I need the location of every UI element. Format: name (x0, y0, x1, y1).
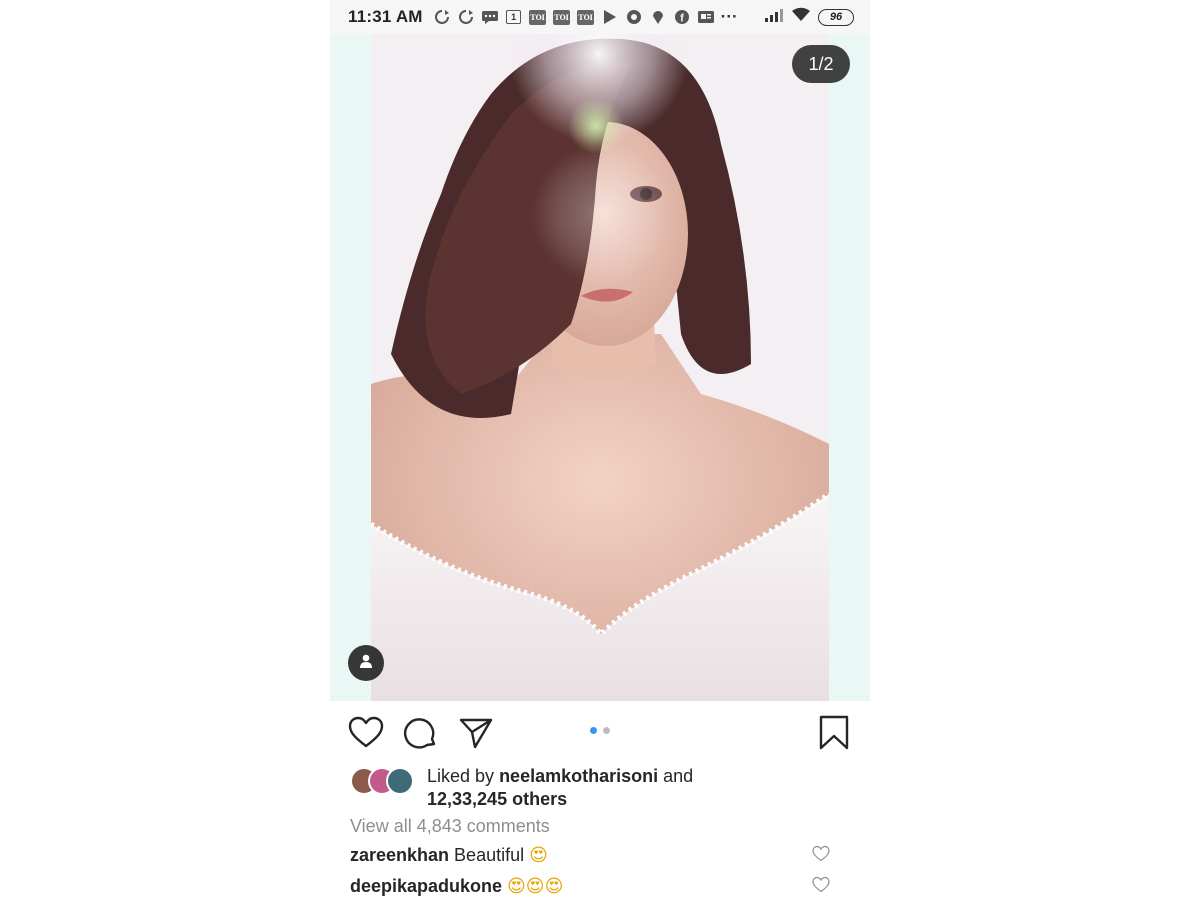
comment-icon (403, 718, 436, 749)
sync-icon (433, 9, 451, 25)
phone-screen: 11:31 AM 1 TOI TOI TOI f ··· 96 1/2 Like… (330, 0, 870, 900)
sync-icon (457, 9, 475, 25)
avatar (386, 767, 414, 795)
toi-icon: TOI (529, 9, 547, 25)
location-icon (649, 9, 667, 25)
share-button[interactable] (458, 715, 494, 751)
user-icon (358, 653, 374, 674)
page-counter: 1/2 (792, 45, 850, 83)
heart-icon (812, 876, 830, 893)
toi-icon: TOI (553, 9, 571, 25)
like-button[interactable] (348, 715, 384, 751)
carousel-dot-active (590, 727, 597, 734)
more-notifications-icon: ··· (720, 7, 738, 26)
post-actions (330, 701, 870, 761)
wifi-icon (791, 7, 811, 27)
status-time: 11:31 AM (348, 7, 423, 26)
liker-avatars[interactable] (350, 767, 420, 795)
send-icon (459, 718, 493, 749)
comment-row: deepikapadukone 😍😍😍 (350, 876, 850, 897)
comment-username[interactable]: zareenkhan (350, 845, 449, 866)
comment-text: Beautiful (454, 845, 525, 865)
signal-icon (764, 7, 784, 27)
comment-like-button[interactable] (812, 845, 830, 863)
post-image (371, 34, 829, 701)
save-button[interactable] (816, 715, 852, 751)
view-all-comments-link[interactable]: View all 4,843 comments (350, 816, 550, 837)
notification-icons: 1 TOI TOI TOI f ··· (433, 7, 738, 26)
battery-indicator: 96 (818, 8, 854, 26)
liked-by-user[interactable]: neelamkotharisoni (499, 766, 658, 786)
likes-section: Liked by neelamkotharisoni and 12,33,245… (350, 765, 850, 813)
heart-icon (348, 716, 384, 748)
calendar-icon: 1 (505, 9, 523, 25)
comment-username[interactable]: deepikapadukone (350, 876, 502, 897)
bookmark-icon (819, 715, 849, 750)
comment-button[interactable] (403, 715, 439, 751)
message-icon (481, 9, 499, 25)
liked-by-and: and (663, 766, 694, 786)
tagged-people-button[interactable] (348, 645, 384, 681)
news-icon (697, 9, 715, 25)
carousel-indicator (590, 727, 610, 734)
svg-text:f: f (680, 13, 684, 25)
shutter-icon (625, 9, 643, 25)
comment-emoji: 😍 (529, 845, 548, 866)
comment-emoji: 😍😍😍 (507, 876, 564, 897)
likes-text: Liked by neelamkotharisoni and 12,33,245… (427, 765, 693, 811)
comment-row: zareenkhan Beautiful 😍 (350, 845, 850, 866)
play-store-icon (601, 9, 619, 25)
comment-like-button[interactable] (812, 876, 830, 894)
status-indicators: 96 (764, 7, 854, 27)
post-photo[interactable]: 1/2 (330, 34, 870, 701)
liked-by-others[interactable]: 12,33,245 others (427, 788, 693, 811)
status-bar: 11:31 AM 1 TOI TOI TOI f ··· 96 (330, 0, 870, 34)
liked-by-prefix: Liked by (427, 766, 495, 786)
facebook-icon: f (673, 9, 691, 25)
toi-icon: TOI (577, 9, 595, 25)
carousel-dot (603, 727, 610, 734)
heart-icon (812, 845, 830, 862)
